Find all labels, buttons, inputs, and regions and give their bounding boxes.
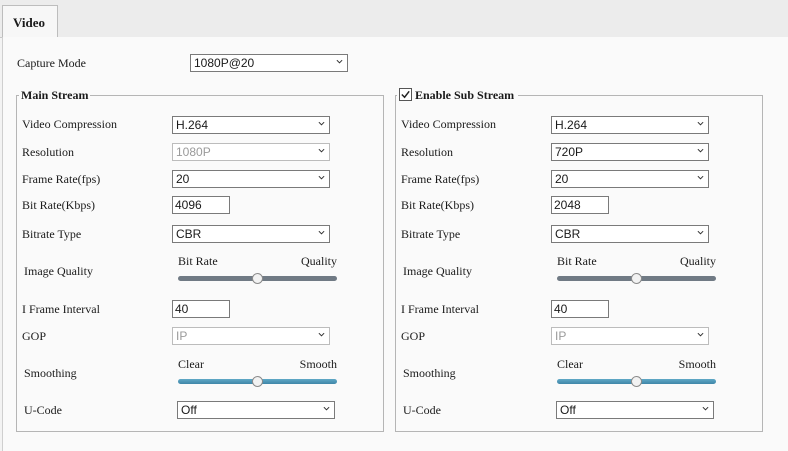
sub-video-compression-value: H.264 [555, 118, 588, 132]
main-resolution-label: Resolution [22, 145, 75, 159]
main-i-frame-interval-input[interactable]: 40 [172, 300, 230, 318]
sub-bitrate-type-select[interactable]: CBR [551, 225, 709, 243]
main-bit-rate-value: 4096 [175, 198, 202, 212]
tab-bar [0, 0, 788, 38]
sub-bit-rate-input[interactable]: 2048 [551, 196, 609, 214]
chevron-down-icon [318, 148, 325, 153]
sub-i-frame-interval-input[interactable]: 40 [551, 300, 609, 318]
sub-video-compression-select[interactable]: H.264 [551, 116, 709, 134]
chevron-down-icon [697, 175, 704, 180]
sub-resolution-select[interactable]: 720P [551, 143, 709, 161]
sub-ucode-select[interactable]: Off [556, 401, 714, 419]
main-image-quality-label: Image Quality [24, 264, 93, 278]
chevron-down-icon [318, 175, 325, 180]
sub-stream-legend: Enable Sub Stream [397, 88, 519, 103]
capture-mode-select[interactable]: 1080P@20 [190, 54, 348, 72]
tab-video-label: Video [13, 15, 46, 30]
main-smoothing-max-label: Smooth [299, 357, 337, 371]
sub-image-quality-max-label: Quality [680, 254, 716, 268]
main-ucode-label: U-Code [24, 403, 62, 417]
main-video-compression-label: Video Compression [22, 117, 117, 131]
sub-gop-select: IP [551, 327, 709, 345]
main-image-quality-slider-thumb[interactable] [252, 273, 263, 284]
main-i-frame-interval-label: I Frame Interval [22, 302, 100, 316]
main-video-compression-value: H.264 [176, 118, 209, 132]
chevron-down-icon [318, 121, 325, 126]
main-gop-value: IP [176, 329, 188, 343]
main-frame-rate-label: Frame Rate(fps) [22, 172, 101, 186]
main-gop-label: GOP [22, 329, 47, 343]
main-image-quality-max-label: Quality [301, 254, 337, 268]
sub-video-compression-label: Video Compression [401, 117, 496, 131]
chevron-down-icon [318, 332, 325, 337]
main-bitrate-type-select[interactable]: CBR [172, 225, 330, 243]
chevron-down-icon [323, 406, 330, 411]
enable-sub-stream-checkbox[interactable] [399, 88, 412, 101]
main-resolution-select: 1080P [172, 143, 330, 161]
chevron-down-icon [336, 59, 343, 64]
sub-bitrate-type-label: Bitrate Type [401, 227, 461, 241]
main-bitrate-type-value: CBR [176, 227, 202, 241]
sub-smoothing-label: Smoothing [403, 366, 456, 380]
main-ucode-select[interactable]: Off [177, 401, 335, 419]
sub-frame-rate-label: Frame Rate(fps) [401, 172, 480, 186]
sub-gop-label: GOP [401, 329, 426, 343]
sub-smoothing-slider-thumb[interactable] [631, 376, 642, 387]
main-bit-rate-label: Bit Rate(Kbps) [22, 198, 95, 212]
sub-bit-rate-label: Bit Rate(Kbps) [401, 198, 474, 212]
chevron-down-icon [318, 230, 325, 235]
sub-image-quality-slider-thumb[interactable] [631, 273, 642, 284]
checkmark-icon [401, 90, 410, 99]
sub-frame-rate-value: 20 [555, 172, 569, 186]
main-i-frame-interval-value: 40 [175, 302, 189, 316]
sub-bitrate-type-value: CBR [555, 227, 581, 241]
chevron-down-icon [697, 148, 704, 153]
main-smoothing-label: Smoothing [24, 366, 77, 380]
sub-resolution-value: 720P [555, 145, 584, 159]
capture-mode-label: Capture Mode [17, 56, 86, 70]
main-resolution-value: 1080P [176, 145, 211, 159]
main-ucode-value: Off [181, 403, 197, 417]
sub-bit-rate-value: 2048 [554, 198, 581, 212]
main-frame-rate-value: 20 [176, 172, 190, 186]
sub-i-frame-interval-label: I Frame Interval [401, 302, 479, 316]
chevron-down-icon [697, 332, 704, 337]
chevron-down-icon [697, 230, 704, 235]
main-frame-rate-select[interactable]: 20 [172, 170, 330, 188]
sub-frame-rate-select[interactable]: 20 [551, 170, 709, 188]
main-bit-rate-input[interactable]: 4096 [172, 196, 230, 214]
main-gop-select: IP [172, 327, 330, 345]
chevron-down-icon [697, 121, 704, 126]
sub-stream-title: Enable Sub Stream [415, 88, 515, 102]
sub-smoothing-max-label: Smooth [678, 357, 716, 371]
sub-resolution-label: Resolution [401, 145, 454, 159]
sub-gop-value: IP [555, 329, 567, 343]
main-video-compression-select[interactable]: H.264 [172, 116, 330, 134]
main-stream-title: Main Stream [19, 88, 91, 103]
sub-ucode-value: Off [560, 403, 576, 417]
main-bitrate-type-label: Bitrate Type [22, 227, 82, 241]
sub-i-frame-interval-value: 40 [554, 302, 568, 316]
sub-ucode-label: U-Code [403, 403, 441, 417]
sub-image-quality-label: Image Quality [403, 264, 472, 278]
main-smoothing-slider-thumb[interactable] [252, 376, 263, 387]
tab-video[interactable]: Video [2, 5, 58, 37]
chevron-down-icon [702, 406, 709, 411]
capture-mode-value: 1080P@20 [194, 56, 255, 70]
